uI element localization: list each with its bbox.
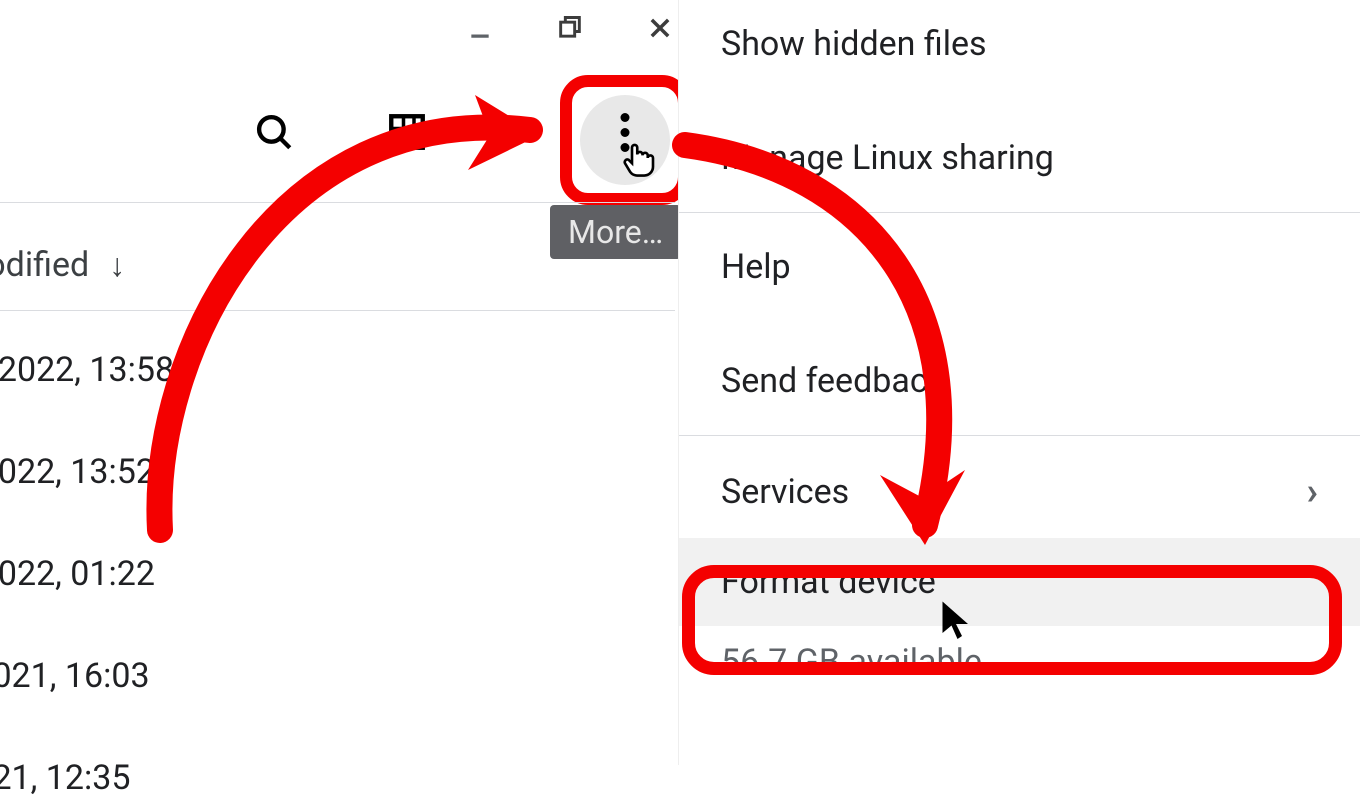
toolbar bbox=[250, 108, 431, 156]
column-header-date-modified[interactable]: e modified ↓ bbox=[0, 245, 125, 285]
grid-view-icon[interactable] bbox=[383, 108, 431, 156]
more-button[interactable] bbox=[580, 95, 670, 185]
table-row[interactable]: y 5, 2022, 01:22 bbox=[0, 554, 174, 594]
sort-descending-icon: ↓ bbox=[109, 246, 125, 284]
search-icon[interactable] bbox=[250, 108, 298, 156]
menu-format-device[interactable]: Format device bbox=[679, 538, 1360, 626]
more-menu: Show hidden files Manage Linux sharing H… bbox=[678, 0, 1360, 765]
column-label: e modified bbox=[0, 245, 89, 285]
menu-label: Format device bbox=[721, 562, 936, 602]
menu-manage-linux-sharing[interactable]: Manage Linux sharing bbox=[679, 114, 1360, 202]
window-controls bbox=[460, 8, 680, 48]
menu-services[interactable]: Services › bbox=[679, 446, 1360, 538]
table-row[interactable]: 6, 2021, 12:35 bbox=[0, 758, 174, 798]
menu-send-feedback[interactable]: Send feedback bbox=[679, 337, 1360, 425]
storage-available: 56.7 GB available bbox=[679, 626, 1360, 706]
chevron-right-icon: › bbox=[1307, 470, 1319, 514]
maximize-button[interactable] bbox=[550, 8, 590, 48]
close-button[interactable] bbox=[640, 8, 680, 48]
menu-label: Show hidden files bbox=[721, 24, 987, 64]
hand-cursor-icon bbox=[618, 137, 660, 179]
table-row[interactable]: y 6, 2022, 13:52 bbox=[0, 452, 174, 492]
menu-label: Manage Linux sharing bbox=[721, 138, 1054, 178]
table-row[interactable]: 19, 2021, 16:03 bbox=[0, 656, 174, 696]
menu-label: Help bbox=[721, 247, 791, 287]
file-list: y 10, 2022, 13:58 y 6, 2022, 13:52 y 5, … bbox=[0, 350, 174, 798]
table-row[interactable]: y 10, 2022, 13:58 bbox=[0, 350, 174, 390]
divider bbox=[0, 310, 675, 311]
menu-label: Send feedback bbox=[721, 361, 945, 401]
more-tooltip: More… bbox=[550, 205, 681, 259]
minimize-button[interactable] bbox=[460, 8, 500, 48]
more-button-highlight bbox=[560, 75, 690, 205]
menu-show-hidden-files[interactable]: Show hidden files bbox=[679, 0, 1360, 88]
menu-help[interactable]: Help bbox=[679, 223, 1360, 311]
menu-label: Services bbox=[721, 472, 849, 512]
divider bbox=[0, 202, 675, 203]
